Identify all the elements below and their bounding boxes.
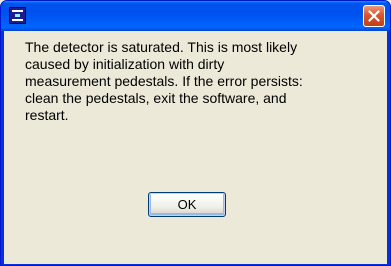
message-dialog: The detector is saturated. This is most … xyxy=(0,0,391,266)
ok-button[interactable]: OK xyxy=(148,192,226,217)
app-icon xyxy=(9,7,26,24)
error-message: The detector is saturated. This is most … xyxy=(25,39,303,123)
close-button[interactable] xyxy=(363,5,385,27)
close-icon xyxy=(368,10,380,22)
title-bar[interactable] xyxy=(1,1,390,31)
